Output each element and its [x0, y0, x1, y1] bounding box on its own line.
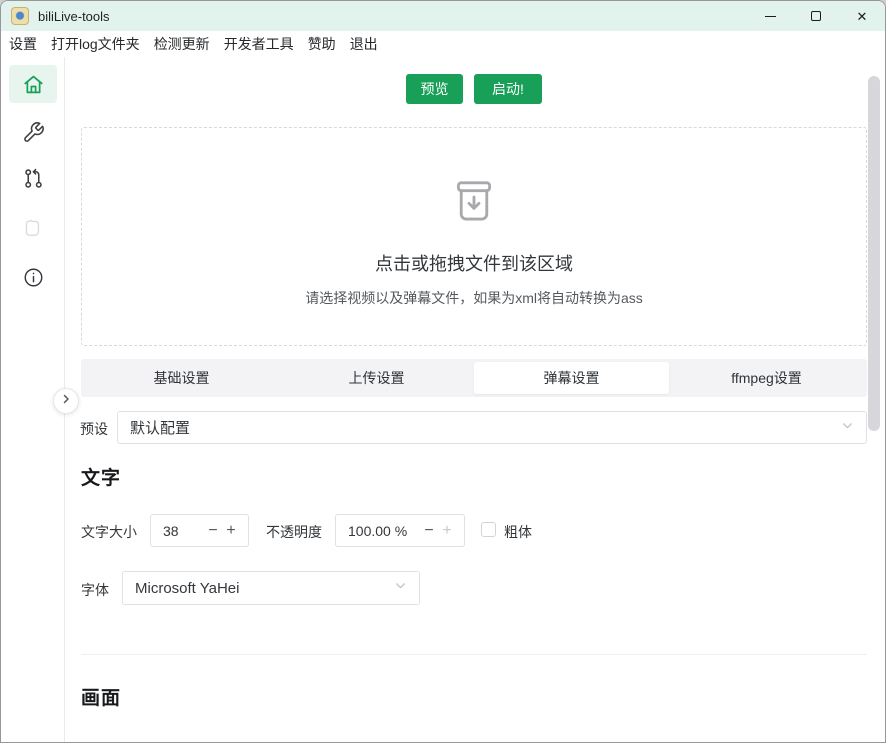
- minimize-icon: [765, 16, 776, 17]
- preset-select[interactable]: 默认配置: [117, 411, 867, 444]
- menu-item-settings[interactable]: 设置: [2, 31, 44, 57]
- sidebar-item-about[interactable]: [9, 258, 57, 296]
- sidebar-item-tools[interactable]: [9, 113, 57, 151]
- font-family-select[interactable]: Microsoft YaHei: [122, 571, 420, 605]
- sidebar-item-queue[interactable]: [9, 159, 57, 197]
- vertical-scrollbar-thumb[interactable]: [868, 76, 880, 431]
- tab-danmu-settings[interactable]: 弹幕设置: [474, 362, 669, 394]
- chevron-down-icon: [394, 579, 407, 597]
- tab-ffmpeg-settings[interactable]: ffmpeg设置: [669, 362, 864, 394]
- opacity-field[interactable]: [348, 523, 420, 539]
- settings-tabs: 基础设置 上传设置 弹幕设置 ffmpeg设置: [81, 359, 867, 397]
- bold-label: 粗体: [504, 522, 532, 542]
- close-icon: ✕: [857, 10, 868, 23]
- close-button[interactable]: ✕: [839, 1, 885, 31]
- font-size-plus-button[interactable]: +: [222, 523, 240, 539]
- menu-item-open-log-folder[interactable]: 打开log文件夹: [44, 31, 147, 57]
- menu-item-exit[interactable]: 退出: [343, 31, 385, 57]
- font-size-label: 文字大小: [81, 522, 137, 542]
- opacity-minus-button[interactable]: −: [420, 523, 438, 539]
- maximize-icon: [811, 11, 821, 21]
- dropzone-main-text: 点击或拖拽文件到该区域: [375, 250, 573, 276]
- window-controls: ✕: [747, 1, 885, 31]
- opacity-label: 不透明度: [266, 522, 322, 542]
- file-dropzone[interactable]: 点击或拖拽文件到该区域 请选择视频以及弹幕文件，如果为xml将自动转换为ass: [81, 127, 867, 346]
- preset-select-value: 默认配置: [130, 417, 841, 438]
- home-icon: [22, 73, 45, 96]
- tab-basic-settings[interactable]: 基础设置: [84, 362, 279, 394]
- preview-button[interactable]: 预览: [406, 74, 463, 104]
- opacity-input: − +: [335, 514, 465, 547]
- start-button[interactable]: 启动!: [474, 74, 542, 104]
- bold-checkbox[interactable]: [481, 522, 496, 537]
- menu-item-check-update[interactable]: 检测更新: [147, 31, 217, 57]
- tab-upload-settings[interactable]: 上传设置: [279, 362, 474, 394]
- font-family-select-value: Microsoft YaHei: [135, 580, 394, 597]
- wrench-icon: [22, 121, 45, 144]
- menubar: 设置 打开log文件夹 检测更新 开发者工具 赞助 退出: [1, 31, 885, 57]
- font-size-field[interactable]: [163, 523, 204, 539]
- font-size-minus-button[interactable]: −: [204, 523, 222, 539]
- screen-section-heading: 画面: [81, 683, 121, 710]
- titlebar[interactable]: biliLive-tools ✕: [1, 1, 885, 31]
- chevron-right-icon: [60, 392, 72, 410]
- maximize-button[interactable]: [793, 1, 839, 31]
- info-icon: [22, 266, 45, 289]
- menu-item-devtools[interactable]: 开发者工具: [217, 31, 301, 57]
- font-family-label: 字体: [81, 580, 109, 600]
- section-divider: [81, 654, 867, 655]
- app-window: biliLive-tools ✕ 设置 打开log文件夹 检测更新 开发者工具 …: [0, 0, 886, 743]
- opacity-plus-button[interactable]: +: [438, 523, 456, 539]
- preset-label: 预设: [80, 419, 108, 439]
- chevron-down-icon: [841, 419, 854, 437]
- minimize-button[interactable]: [747, 1, 793, 31]
- menu-item-sponsor[interactable]: 赞助: [301, 31, 343, 57]
- app-logo-icon: [11, 7, 29, 25]
- window-title: biliLive-tools: [38, 9, 110, 24]
- sidebar-item-home[interactable]: [9, 65, 57, 103]
- archive-download-icon: [451, 180, 497, 229]
- dropzone-sub-text: 请选择视频以及弹幕文件，如果为xml将自动转换为ass: [305, 288, 643, 308]
- font-size-input: − +: [150, 514, 249, 547]
- sidebar-item-danmu[interactable]: [9, 209, 57, 247]
- trace-outline-icon: [20, 215, 46, 241]
- text-section-heading: 文字: [81, 463, 121, 490]
- git-compare-icon: [22, 167, 45, 190]
- sidebar-expand-button[interactable]: [53, 388, 79, 414]
